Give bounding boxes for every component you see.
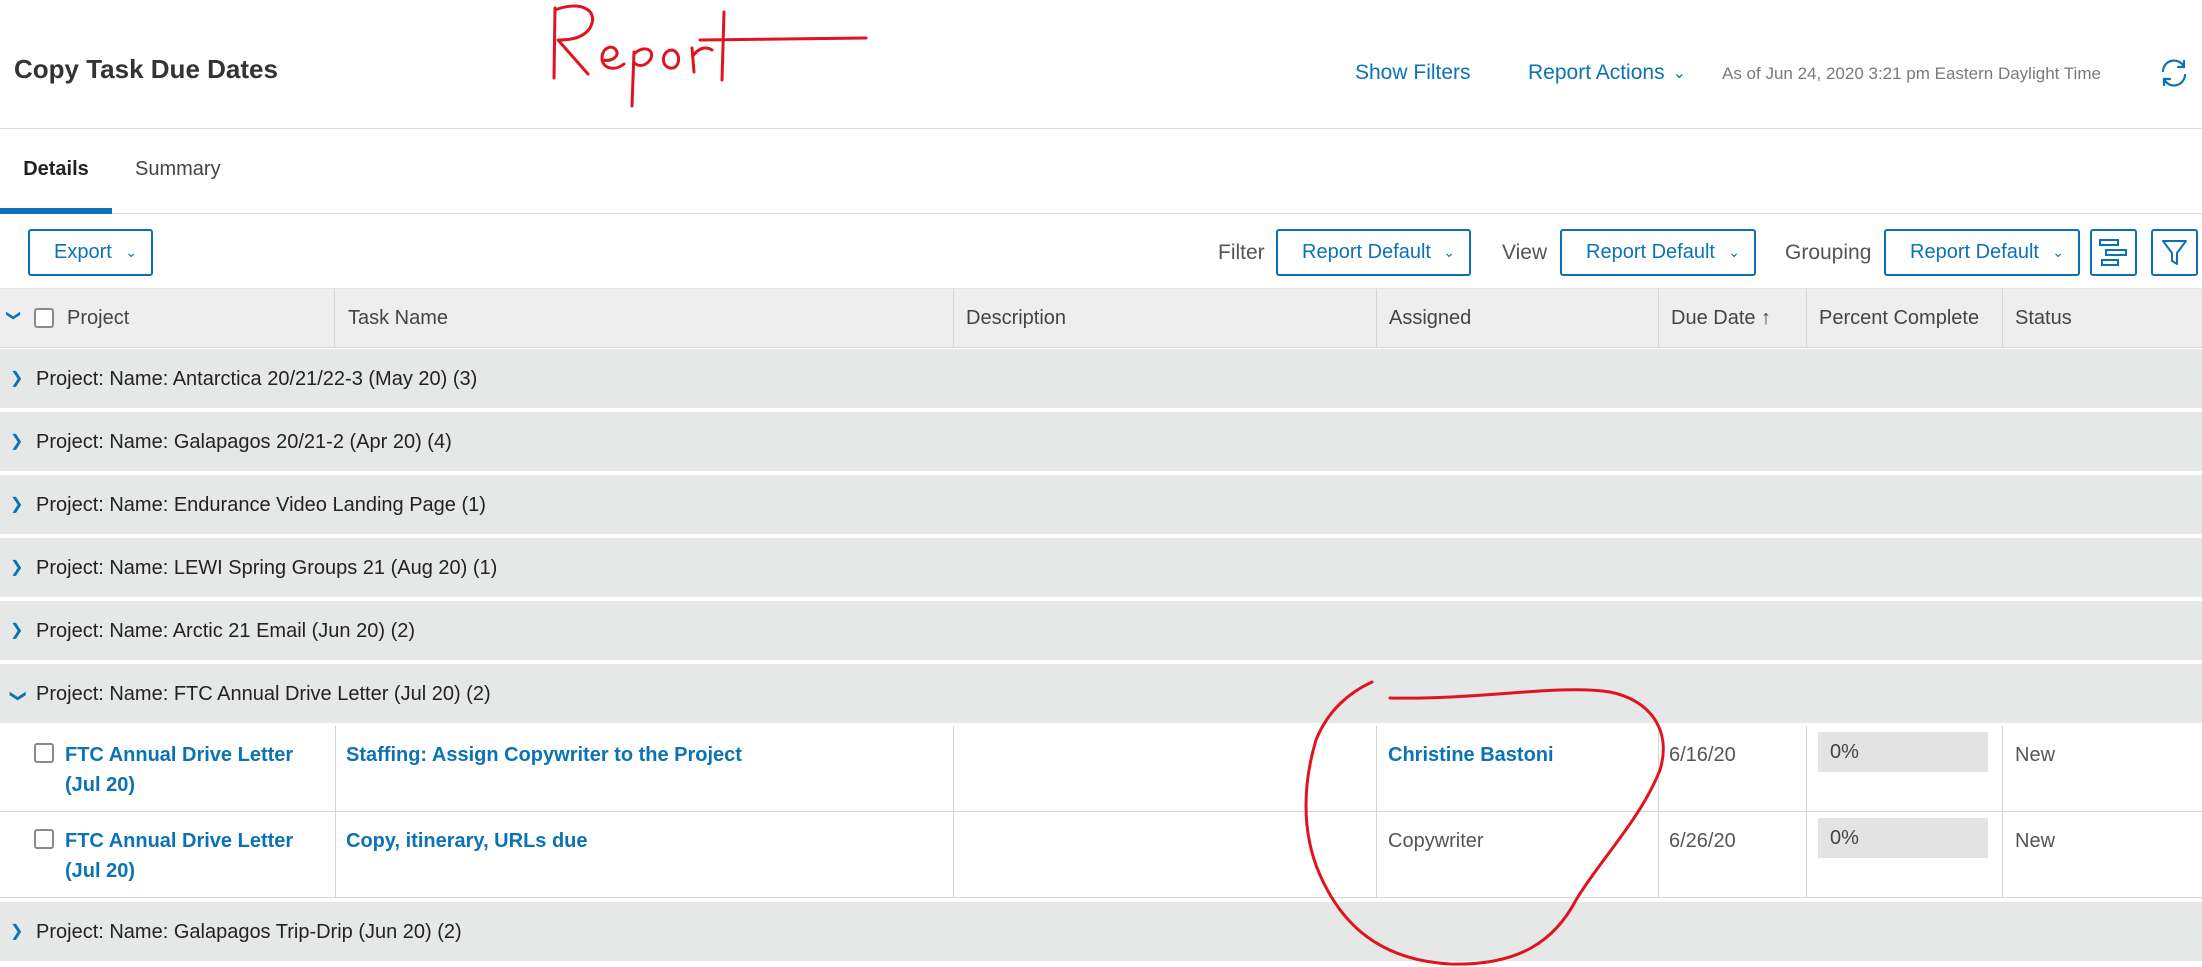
report-actions-menu[interactable]: Report Actions ⌄ <box>1528 61 1686 85</box>
group-row[interactable]: ❯ Project: Name: Arctic 21 Email (Jun 20… <box>0 601 2202 661</box>
project-date: (Jul 20) <box>65 860 136 882</box>
export-label: Export <box>54 241 112 263</box>
collapse-all-chevron-icon[interactable]: ❯ <box>5 310 22 322</box>
due-date-cell: 6/26/20 <box>1659 812 1807 898</box>
funnel-icon <box>2162 240 2187 265</box>
task-name-cell: Copy, itinerary, URLs due <box>336 812 954 898</box>
select-all-checkbox[interactable] <box>34 308 54 328</box>
project-name: FTC Annual Drive Letter <box>65 830 294 852</box>
chevron-down-icon: ⌄ <box>1443 244 1455 260</box>
assigned-role-text: Copywriter <box>1388 830 1484 852</box>
chevron-down-icon: ❯ <box>9 689 27 703</box>
table-header: ❯ Project Task Name Description Assigned… <box>0 288 2202 348</box>
chevron-right-icon: ❯ <box>10 559 24 576</box>
group-label: Project: Name: Arctic 21 Email (Jun 20) … <box>36 620 416 642</box>
percent-complete-bar: 0% <box>1818 818 1988 858</box>
column-header-description[interactable]: Description <box>954 289 1377 348</box>
filter-label: Filter <box>1218 241 1265 264</box>
group-row[interactable]: ❯ Project: Name: Antarctica 20/21/22-3 (… <box>0 349 2202 409</box>
report-actions-label: Report Actions <box>1528 61 1665 84</box>
tab-summary[interactable]: Summary <box>135 129 221 214</box>
tab-details[interactable]: Details <box>0 129 112 214</box>
group-label: Project: Name: Endurance Video Landing P… <box>36 494 486 516</box>
chevron-right-icon: ❯ <box>10 923 24 940</box>
table-row: FTC Annual Drive Letter (Jul 20) Copy, i… <box>0 812 2202 898</box>
grouping-dropdown[interactable]: Report Default ⌄ <box>1884 229 2080 276</box>
status-text: New <box>2015 830 2056 852</box>
column-header-percent-complete[interactable]: Percent Complete <box>1807 289 2003 348</box>
grouping-value: Report Default <box>1910 241 2039 263</box>
group-label: Project: Name: Galapagos 20/21-2 (Apr 20… <box>36 431 452 453</box>
show-filters-link[interactable]: Show Filters <box>1355 61 1471 85</box>
project-cell: FTC Annual Drive Letter (Jul 20) <box>0 812 336 898</box>
chevron-down-icon: ⌄ <box>1728 244 1740 260</box>
group-label: Project: Name: FTC Annual Drive Letter (… <box>36 683 491 705</box>
as-of-timestamp: As of Jun 24, 2020 3:21 pm Eastern Dayli… <box>1722 64 2101 83</box>
due-date-text: 6/26/20 <box>1669 830 1736 852</box>
task-link[interactable]: Copy, itinerary, URLs due <box>346 826 588 856</box>
chevron-right-icon: ❯ <box>10 622 24 639</box>
view-label: View <box>1502 241 1548 264</box>
column-header-due-date[interactable]: Due Date ↑ <box>1659 289 1807 348</box>
group-label: Project: Name: LEWI Spring Groups 21 (Au… <box>36 557 498 579</box>
filter-dropdown[interactable]: Report Default ⌄ <box>1276 229 1471 276</box>
task-link[interactable]: Staffing: Assign Copywriter to the Proje… <box>346 740 742 770</box>
description-cell <box>954 726 1377 812</box>
project-link[interactable]: FTC Annual Drive Letter (Jul 20) <box>65 826 293 886</box>
chevron-down-icon: ⌄ <box>1672 65 1686 82</box>
chevron-right-icon: ❯ <box>10 433 24 450</box>
column-header-project[interactable]: Project <box>55 289 335 348</box>
export-button[interactable]: Export ⌄ <box>28 229 153 276</box>
group-label: Project: Name: Antarctica 20/21/22-3 (Ma… <box>36 368 478 390</box>
chevron-right-icon: ❯ <box>10 370 24 387</box>
column-header-assigned[interactable]: Assigned <box>1377 289 1659 348</box>
filter-toggle-button[interactable] <box>2151 229 2198 276</box>
group-row[interactable]: ❯ Project: Name: Galapagos Trip-Drip (Ju… <box>0 902 2202 962</box>
group-row[interactable]: ❯ Project: Name: LEWI Spring Groups 21 (… <box>0 538 2202 598</box>
group-label: Project: Name: Galapagos Trip-Drip (Jun … <box>36 921 462 943</box>
chevron-down-icon: ⌄ <box>125 244 137 260</box>
chevron-right-icon: ❯ <box>10 496 24 513</box>
description-cell <box>954 812 1377 898</box>
due-date-cell: 6/16/20 <box>1659 726 1807 812</box>
report-toolbar: Export ⌄ Filter Report Default ⌄ View Re… <box>0 214 2202 288</box>
page-title: Copy Task Due Dates <box>14 54 278 84</box>
task-name-cell: Staffing: Assign Copywriter to the Proje… <box>336 726 954 812</box>
refresh-icon[interactable] <box>2158 57 2190 89</box>
project-cell: FTC Annual Drive Letter (Jul 20) <box>0 726 336 812</box>
assigned-cell: Copywriter <box>1377 812 1659 898</box>
group-row[interactable]: ❯ Project: Name: Galapagos 20/21-2 (Apr … <box>0 412 2202 472</box>
filter-value: Report Default <box>1302 241 1431 263</box>
status-cell: New <box>2003 812 2202 898</box>
gantt-icon <box>2099 239 2127 266</box>
tab-bar: Details Summary <box>0 129 2202 214</box>
view-value: Report Default <box>1586 241 1715 263</box>
status-cell: New <box>2003 726 2202 812</box>
assignee-link[interactable]: Christine Bastoni <box>1388 740 1554 770</box>
assigned-cell: Christine Bastoni <box>1377 726 1659 812</box>
project-link[interactable]: FTC Annual Drive Letter (Jul 20) <box>65 740 293 800</box>
chevron-down-icon: ⌄ <box>2052 244 2064 260</box>
report-header: Copy Task Due Dates Show Filters Report … <box>0 0 2202 129</box>
table-row: FTC Annual Drive Letter (Jul 20) Staffin… <box>0 726 2202 812</box>
column-header-status[interactable]: Status <box>2003 289 2202 348</box>
project-name: FTC Annual Drive Letter <box>65 744 294 766</box>
project-date: (Jul 20) <box>65 774 136 796</box>
grouping-label: Grouping <box>1785 241 1872 264</box>
group-row-expanded[interactable]: ❯ Project: Name: FTC Annual Drive Letter… <box>0 664 2202 724</box>
handwritten-report-annotation <box>552 4 868 108</box>
status-text: New <box>2015 744 2056 766</box>
view-dropdown[interactable]: Report Default ⌄ <box>1560 229 1756 276</box>
gantt-view-button[interactable] <box>2090 229 2137 276</box>
column-header-task-name[interactable]: Task Name <box>336 289 954 348</box>
group-row[interactable]: ❯ Project: Name: Endurance Video Landing… <box>0 475 2202 535</box>
percent-complete-bar: 0% <box>1818 732 1988 772</box>
due-date-text: 6/16/20 <box>1669 744 1736 766</box>
